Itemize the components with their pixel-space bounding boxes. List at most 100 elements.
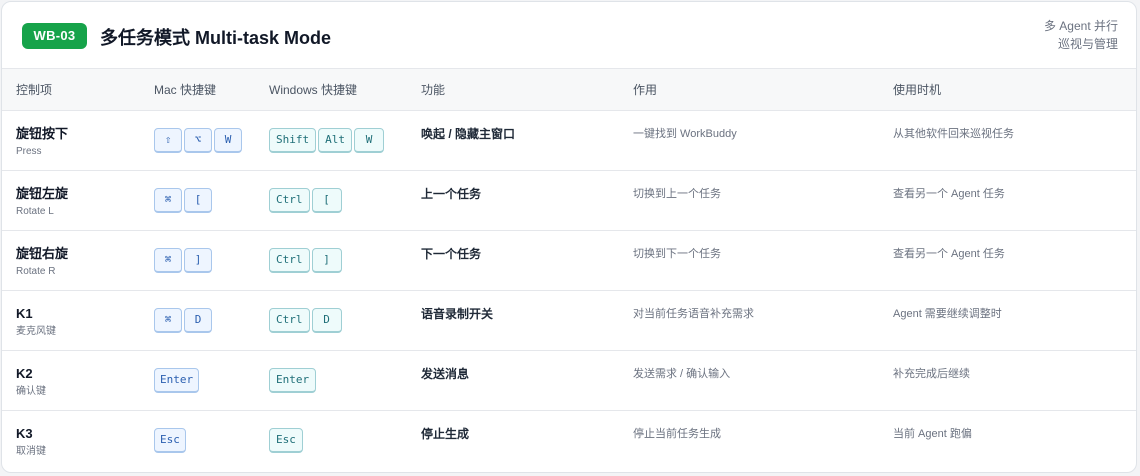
mac-keys-cell: Esc (140, 410, 255, 470)
column-header-mac: Mac 快捷键 (140, 69, 255, 111)
control-cell: K2 确认键 (2, 350, 140, 410)
function-cell: 语音录制开关 (407, 290, 619, 350)
when-text: 当前 Agent 跑偏 (893, 427, 972, 440)
control-subtitle: Press (16, 145, 42, 157)
when-cell: 查看另一个 Agent 任务 (879, 230, 1136, 290)
table-row: K1 麦克风键 ⌘ D Ctrl D 语音录制开关 对当前任务语音补充需求 Agent 需要继续… (2, 290, 1136, 350)
control-cell: 旋钮左旋 Rotate L (2, 170, 140, 230)
table-row: 旋钮左旋 Rotate L ⌘[Ctrl[上一个任务 切换到上一个任务 查看另一个 Ag… (2, 170, 1136, 230)
windows-keycap: Ctrl (269, 187, 310, 213)
table-row: 旋钮按下 Press ⇧ ⌥ W Shift Alt W 唤起 / 隐藏主窗口 一键找到 Work… (2, 110, 1136, 170)
mac-keycap: ⌥ (184, 127, 212, 153)
when-text: 查看另一个 Agent 任务 (893, 187, 1005, 200)
subtitle-line-2: 巡视与管理 (1057, 37, 1118, 51)
when-cell: 当前 Agent 跑偏 (879, 410, 1136, 470)
mode-badge: WB-03 (22, 23, 87, 49)
effect-cell: 切换到下一个任务 (619, 230, 879, 290)
control-subtitle: 确认键 (16, 385, 46, 397)
table-row: K3 取消键 Esc Esc 停止生成 停止当前任务生成 当前 Agent 跑偏 (2, 410, 1136, 470)
table-header-row: 控制项 Mac 快捷键 Windows 快捷键 功能 作用 使用时机 (2, 69, 1136, 111)
function-cell: 唤起 / 隐藏主窗口 (407, 110, 619, 170)
windows-keycap: D (311, 307, 342, 333)
when-cell: Agent 需要继续调整时 (879, 290, 1136, 350)
column-header-function: 功能 (407, 69, 619, 111)
when-cell: 从其他软件回来巡视任务 (879, 110, 1136, 170)
windows-keycap: Alt (318, 127, 352, 153)
windows-keys-cell: Ctrl D (255, 290, 407, 350)
control-name: K3 (16, 425, 33, 441)
function-label: 上一个任务 (421, 186, 482, 201)
function-label: 唤起 / 隐藏主窗口 (421, 126, 516, 141)
control-name: K1 (16, 305, 33, 321)
function-label: 语音录制开关 (421, 306, 494, 321)
mac-keycap: ⇧ (154, 127, 182, 153)
effect-text: 切换到上一个任务 (633, 187, 721, 200)
control-subtitle: 取消键 (16, 445, 46, 457)
control-cell: K1 麦克风键 (2, 290, 140, 350)
function-cell: 停止生成 (407, 410, 619, 470)
windows-key-group: Ctrl] (269, 246, 407, 273)
effect-cell: 切换到上一个任务 (619, 170, 879, 230)
control-cell: 旋钮按下 Press (2, 110, 140, 170)
header-subtitle: 多 Agent 并行 巡视与管理 (1044, 17, 1118, 53)
effect-text: 一键找到 WorkBuddy (633, 127, 737, 140)
mac-key-group: Enter (154, 366, 255, 393)
mac-key-group: Esc (154, 426, 255, 453)
column-header-control: 控制项 (2, 69, 140, 111)
mac-keycap: [ (184, 187, 212, 213)
when-cell: 补充完成后继续 (879, 350, 1136, 410)
mac-keycap: ⌘ (154, 187, 182, 213)
windows-keys-cell: Ctrl] (255, 230, 407, 290)
function-cell: 上一个任务 (407, 170, 619, 230)
effect-cell: 停止当前任务生成 (619, 410, 879, 470)
control-name: 旋钮按下 (16, 125, 69, 141)
control-subtitle: Rotate L (16, 205, 54, 217)
effect-text: 停止当前任务生成 (633, 427, 721, 440)
shortcut-table: 控制项 Mac 快捷键 Windows 快捷键 功能 作用 使用时机 旋钮按下 P… (2, 69, 1136, 470)
mac-keycap: ] (184, 247, 212, 273)
function-label: 发送消息 (421, 366, 470, 381)
effect-text: 对当前任务语音补充需求 (633, 307, 754, 320)
mac-keys-cell: ⌘[ (140, 170, 255, 230)
when-text: 查看另一个 Agent 任务 (893, 247, 1005, 260)
windows-keys-cell: Enter (255, 350, 407, 410)
shortcut-card: WB-03 多任务模式 Multi-task Mode 多 Agent 并行 巡… (1, 1, 1137, 473)
windows-key-group: Ctrl[ (269, 186, 407, 213)
mac-keycap: ⌘ (154, 307, 182, 333)
effect-text: 发送需求 / 确认输入 (633, 367, 731, 380)
control-name: K2 (16, 365, 33, 381)
mac-key-group: ⌘[ (154, 186, 255, 213)
mac-keycap: D (184, 307, 212, 333)
function-label: 下一个任务 (421, 246, 482, 261)
mac-keycap: Esc (154, 427, 186, 453)
control-subtitle: 麦克风键 (16, 325, 56, 337)
effect-cell: 一键找到 WorkBuddy (619, 110, 879, 170)
page-title: 多任务模式 Multi-task Mode (100, 28, 332, 48)
windows-keycap: Ctrl (269, 247, 310, 273)
control-subtitle: Rotate R (16, 265, 56, 277)
windows-keycap: Ctrl (269, 307, 310, 333)
table-body: 旋钮按下 Press ⇧ ⌥ W Shift Alt W 唤起 / 隐藏主窗口 一键找到 Work… (2, 110, 1136, 470)
mac-keycap: ⌘ (154, 247, 182, 273)
windows-key-group: Esc (269, 426, 407, 453)
windows-key-group: Shift Alt W (269, 126, 407, 153)
effect-cell: 对当前任务语音补充需求 (619, 290, 879, 350)
when-text: 从其他软件回来巡视任务 (893, 127, 1014, 140)
windows-keycap: Shift (269, 127, 317, 153)
mac-keycap: Enter (154, 367, 200, 393)
mac-keycap: W (214, 127, 242, 153)
column-header-when: 使用时机 (879, 69, 1136, 111)
column-header-windows: Windows 快捷键 (255, 69, 407, 111)
control-name: 旋钮右旋 (16, 245, 69, 261)
subtitle-line-1: 多 Agent 并行 (1043, 19, 1118, 33)
function-cell: 发送消息 (407, 350, 619, 410)
windows-keycap: Esc (269, 427, 303, 453)
effect-cell: 发送需求 / 确认输入 (619, 350, 879, 410)
when-text: 补充完成后继续 (893, 367, 970, 380)
when-text: Agent 需要继续调整时 (893, 307, 1002, 320)
mac-key-group: ⌘ D (154, 306, 255, 333)
control-name: 旋钮左旋 (16, 185, 69, 201)
windows-keys-cell: Ctrl[ (255, 170, 407, 230)
windows-keys-cell: Esc (255, 410, 407, 470)
mac-keys-cell: ⌘] (140, 230, 255, 290)
